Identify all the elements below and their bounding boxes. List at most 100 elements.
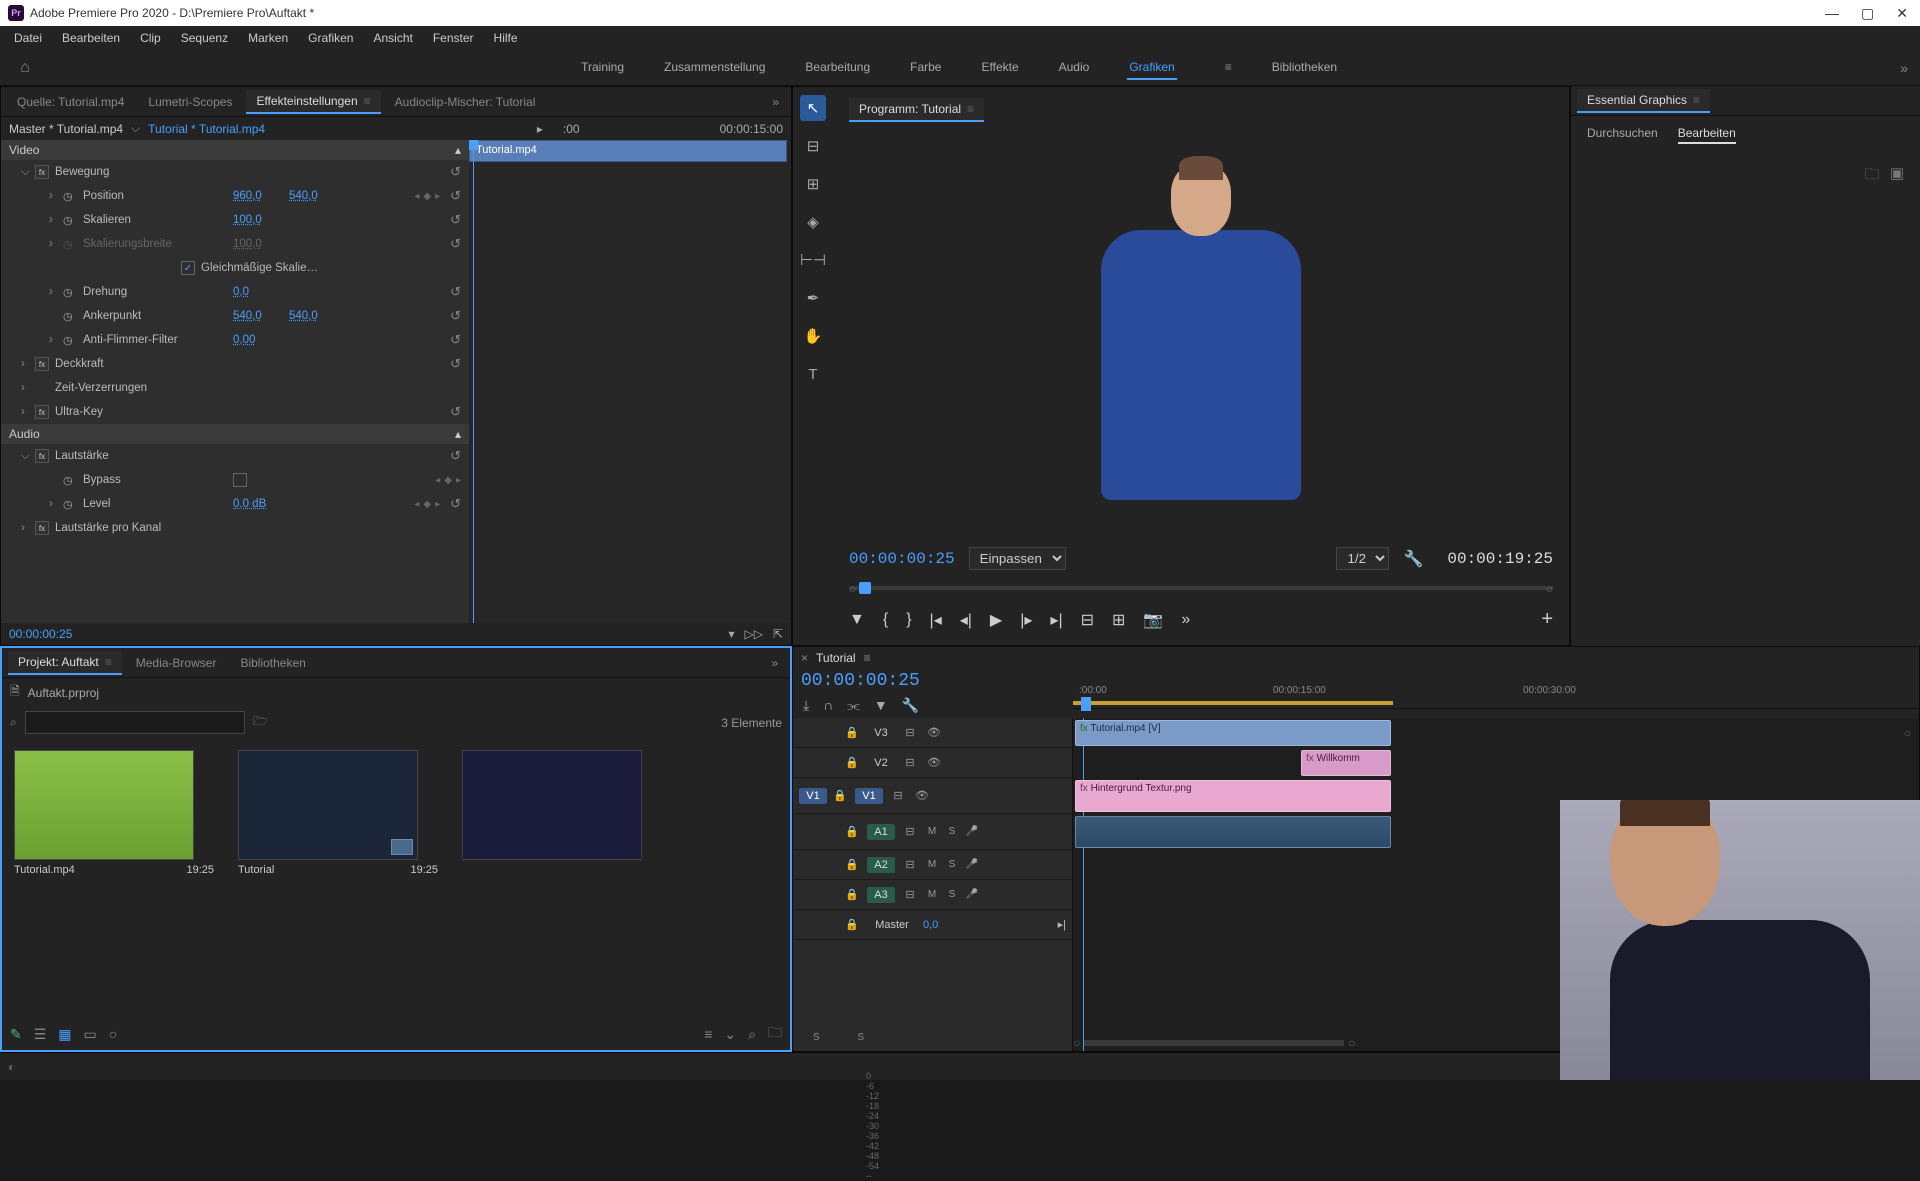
panel-menu-icon[interactable]: ≡ [864,651,871,665]
track-name[interactable]: V1 [855,788,883,804]
new-item-icon[interactable]: ✎ [10,1026,22,1043]
pen-tool-icon[interactable]: ✒ [800,285,826,311]
track-header-v3[interactable]: 🔒V3⊟👁 [793,718,1072,748]
project-item[interactable] [462,750,662,876]
ws-menu-icon[interactable]: ≡ [1223,56,1234,80]
hand-tool-icon[interactable]: ✋ [800,323,826,349]
eye-icon[interactable]: 👁 [925,726,943,739]
effect-keyframe-area[interactable]: Tutorial.mp4 [469,140,791,623]
solo-left[interactable]: S [813,1032,820,1043]
minimize-button[interactable]: — [1825,5,1839,22]
maximize-button[interactable]: ▢ [1861,5,1874,22]
track-name[interactable]: A1 [867,824,895,840]
kf-next-icon[interactable]: ▸ [435,499,440,510]
timeline-timecode[interactable]: 00:00:00:25 [793,669,1073,693]
reset-icon[interactable]: ↺ [450,448,461,464]
kf-prev-icon[interactable]: ◂ [414,499,419,510]
extract-icon[interactable]: ⊞ [1112,610,1125,630]
menu-sequenz[interactable]: Sequenz [171,31,238,45]
lock-icon[interactable]: 🔒 [833,789,849,802]
clip-v1[interactable]: fx Hintergrund Textur.png [1075,780,1391,812]
source-patch-v1[interactable]: V1 [799,788,827,804]
eye-icon[interactable]: 👁 [925,756,943,769]
goto-in-icon[interactable]: |◂ [930,610,942,630]
resolution-select[interactable]: 1/2 [1336,547,1389,570]
tab-lumetri[interactable]: Lumetri-Scopes [138,91,242,113]
reset-icon[interactable]: ↺ [450,284,461,300]
timeline-playhead-line[interactable] [1083,718,1084,1051]
uniform-scale-checkbox[interactable]: ✓ [181,261,195,275]
play-button[interactable]: ▶ [990,610,1002,630]
solo-button[interactable]: S [945,889,959,900]
section-audio[interactable]: Audio ▴ [1,424,469,444]
eye-icon[interactable]: 👁 [913,789,931,802]
list-view-icon[interactable]: ☰ [34,1026,47,1043]
button-overflow-icon[interactable]: » [1181,611,1190,629]
clip-v3[interactable]: fx Tutorial.mp4 [V] [1075,720,1391,746]
find-icon[interactable]: ⌕ [748,1026,756,1043]
reset-icon[interactable]: ↺ [450,356,461,372]
sync-lock-icon[interactable]: ⊟ [901,858,919,871]
lock-icon[interactable]: 🔒 [845,888,861,901]
track-header-a2[interactable]: 🔒A2⊟MS🎤 [793,850,1072,880]
fx-badge[interactable]: fx [35,521,49,535]
close-seq-icon[interactable]: × [801,651,808,665]
tab-effect-controls[interactable]: Effekteinstellungen≡ [246,90,380,114]
reset-icon[interactable]: ↺ [450,332,461,348]
tab-audio-mixer[interactable]: Audioclip-Mischer: Tutorial [385,91,546,113]
track-name[interactable]: V2 [867,757,895,769]
zoom-select[interactable]: Einpassen [969,547,1066,570]
marker-icon[interactable]: ▼ [849,611,865,629]
twirl-icon[interactable]: › [49,334,59,346]
new-layer-icon[interactable]: ▣ [1890,164,1904,189]
antiflimmer-value[interactable]: 0,00 [233,334,273,346]
ec-clip-bar[interactable]: Tutorial.mp4 [469,140,787,162]
track-header-a1[interactable]: 🔒A1⊟MS🎤 [793,814,1072,850]
reset-icon[interactable]: ↺ [450,404,461,420]
solo-button[interactable]: S [945,826,959,837]
tab-project[interactable]: Projekt: Auftakt≡ [8,651,122,675]
export-icon[interactable]: ⇱ [773,627,783,641]
ws-overflow-icon[interactable]: » [1900,60,1908,76]
menu-grafiken[interactable]: Grafiken [298,31,363,45]
position-x[interactable]: 960,0 [233,190,273,202]
ws-training[interactable]: Training [579,56,626,80]
twirl-icon[interactable]: › [49,190,59,202]
eg-tab-browse[interactable]: Durchsuchen [1587,124,1658,144]
timeline-zoom-slider[interactable] [1084,1040,1344,1046]
voice-icon[interactable]: 🎤 [965,889,979,900]
snap-icon[interactable]: ∩ [823,697,833,714]
settings-icon[interactable]: 🔧 [1403,549,1423,569]
lock-icon[interactable]: 🔒 [845,726,861,739]
scrubber-playhead[interactable] [859,582,871,594]
track-header-master[interactable]: 🔒Master0,0▸| [793,910,1072,940]
tab-program[interactable]: Programm: Tutorial≡ [849,98,984,122]
wrench-icon[interactable]: 🔧 [902,697,919,714]
twirl-icon[interactable]: › [49,238,59,250]
ws-zusammenstellung[interactable]: Zusammenstellung [662,56,767,80]
play-icon[interactable]: ▸ [537,122,543,136]
clip-v2[interactable]: fx Willkomm [1301,750,1391,776]
fx-badge[interactable]: fx [35,357,49,371]
ankerpunkt-y[interactable]: 540,0 [289,310,329,322]
ec-clip-link[interactable]: Tutorial * Tutorial.mp4 [148,122,265,136]
track-options-icon[interactable]: ○ [1904,726,1911,740]
sequence-name[interactable]: Tutorial [816,651,856,665]
fx-badge[interactable]: fx [35,165,49,179]
master-value[interactable]: 0,0 [923,919,938,931]
twirl-icon[interactable]: › [49,286,59,298]
effect-zeitverz[interactable]: › fx Zeit-Verzerrungen [1,376,469,400]
solo-right[interactable]: S [857,1032,864,1043]
kf-add-icon[interactable]: ◆ [423,499,431,510]
ws-bearbeitung[interactable]: Bearbeitung [803,56,872,80]
panel-menu-icon[interactable]: ≡ [1693,93,1700,107]
mute-button[interactable]: M [925,859,939,870]
clip-a1[interactable] [1075,816,1391,848]
tabs-overflow-icon[interactable]: » [765,656,784,670]
stopwatch-icon[interactable]: ◷ [63,474,77,487]
tab-essential-graphics[interactable]: Essential Graphics≡ [1577,89,1710,113]
menu-marken[interactable]: Marken [238,31,298,45]
lift-icon[interactable]: ⊟ [1081,610,1094,630]
reset-icon[interactable]: ↺ [450,236,461,252]
fx-badge[interactable]: fx [35,449,49,463]
